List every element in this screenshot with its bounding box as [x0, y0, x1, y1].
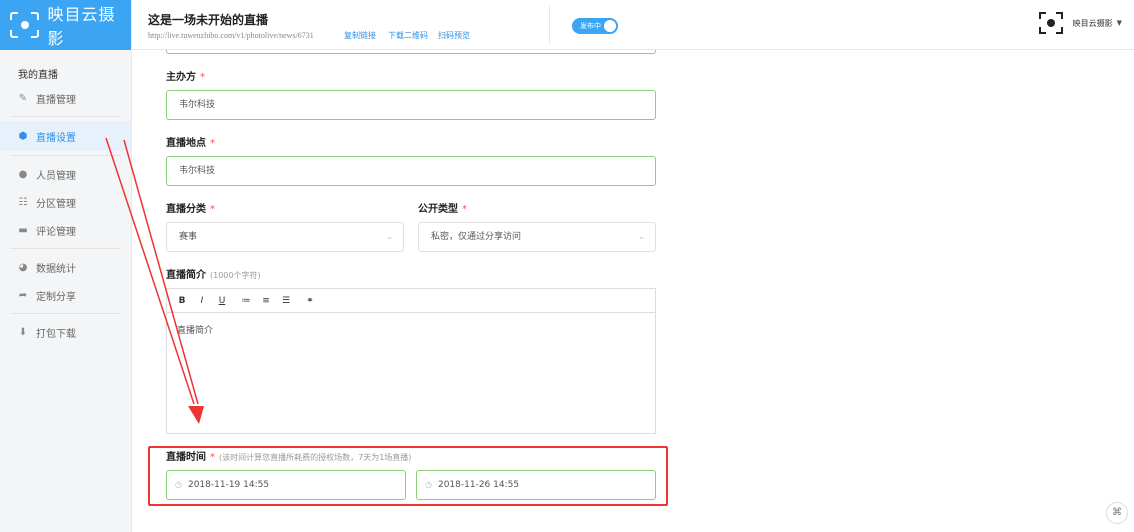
publish-toggle-label: 发布中: [580, 22, 601, 30]
sidebar-divider: [10, 313, 121, 314]
sidebar-item-staff[interactable]: ● 人员管理: [0, 160, 131, 188]
top-bar: 这是一场未开始的直播 http://live.tuwenzhibo.com/v1…: [132, 0, 1134, 50]
sidebar-section-title: 我的直播: [18, 70, 58, 81]
location-field[interactable]: 韦尔科技: [166, 156, 656, 186]
copy-link-button[interactable]: 复制链接: [344, 30, 376, 41]
download-icon: ⬇: [18, 326, 28, 338]
user-menu[interactable]: 映目云摄影 ▼: [1038, 12, 1122, 34]
scan-preview-button[interactable]: 扫码预览: [438, 30, 470, 41]
chevron-down-icon: ⌄: [638, 232, 645, 241]
settings-icon: ⬢: [18, 130, 28, 142]
sidebar-item-label: 直播设置: [36, 132, 76, 144]
organizer-field[interactable]: 韦尔科技: [166, 90, 656, 120]
sidebar-item-custom-share[interactable]: ➦ 定制分享: [0, 281, 131, 309]
sidebar-item-label: 分区管理: [36, 198, 76, 210]
link-icon[interactable]: ⚭: [305, 296, 315, 306]
pie-chart-icon: ◕: [18, 261, 28, 273]
toggle-knob: [604, 20, 616, 32]
align-icon[interactable]: ☰: [281, 296, 291, 306]
pen-icon: ✎: [18, 92, 28, 104]
start-time-input[interactable]: ◷ 2018-11-19 14:55: [166, 470, 406, 500]
chevron-down-icon: ▼: [1116, 19, 1122, 27]
sidebar-item-live-management[interactable]: ✎ 直播管理: [0, 84, 131, 112]
live-url: http://live.tuwenzhibo.com/v1/photolive/…: [148, 31, 314, 40]
sidebar-item-label: 评论管理: [36, 226, 76, 238]
sidebar-item-label: 数据统计: [36, 263, 76, 275]
category-select[interactable]: 赛事 ⌄: [166, 222, 404, 252]
user-name: 映目云摄影: [1072, 18, 1113, 28]
sidebar-item-statistics[interactable]: ◕ 数据统计: [0, 253, 131, 281]
sidebar-item-label: 直播管理: [36, 94, 76, 106]
intro-label: 直播简介 (1000个字符): [166, 270, 261, 281]
sidebar-item-label: 打包下载: [36, 328, 76, 340]
location-label: 直播地点 *: [166, 138, 215, 149]
previous-field-edge: [166, 50, 656, 54]
visibility-label: 公开类型 *: [418, 204, 467, 215]
underline-button[interactable]: U: [217, 296, 227, 306]
logo-text: 映目云摄影: [47, 5, 116, 48]
category-label: 直播分类 *: [166, 204, 215, 215]
sidebar-item-comments[interactable]: ▬ 评论管理: [0, 216, 131, 244]
page-title: 这是一场未开始的直播: [148, 13, 269, 27]
floating-menu-button[interactable]: ⌘: [1106, 502, 1128, 524]
visibility-value: 私密，仅通过分享访问: [431, 232, 522, 242]
sidebar-item-live-settings[interactable]: ⬢ 直播设置: [0, 121, 131, 151]
end-time-value: 2018-11-26 14:55: [437, 480, 520, 490]
sidebar-divider: [10, 116, 121, 117]
sidebar-item-label: 定制分享: [36, 291, 76, 303]
intro-editor: B I U ≔ ≡ ☰ ⚭ 直播简介: [166, 288, 656, 434]
visibility-select[interactable]: 私密，仅通过分享访问 ⌄: [418, 222, 656, 252]
header-divider: [549, 6, 550, 44]
chevron-down-icon: ⌄: [386, 232, 393, 241]
user-icon: ●: [18, 168, 28, 180]
ordered-list-icon[interactable]: ≔: [241, 296, 251, 306]
live-settings-form: 主办方 * 韦尔科技 直播地点 * 韦尔科技 直播分类 * 赛事 ⌄ 公开类型 * 私密…: [132, 50, 1134, 532]
camera-logo-icon: [1038, 12, 1063, 34]
intro-textarea[interactable]: 直播简介: [167, 313, 655, 346]
share-icon: ➦: [18, 289, 28, 301]
start-time-value: 2018-11-19 14:55: [187, 480, 270, 490]
unordered-list-icon[interactable]: ≡: [261, 296, 271, 306]
clock-icon: ◷: [425, 480, 432, 489]
live-time-label: 直播时间 * (该时间计算您直播所耗费的授权场数，7天为1场直播): [166, 452, 412, 463]
italic-button[interactable]: I: [197, 296, 207, 306]
sidebar-item-sections[interactable]: ☷ 分区管理: [0, 188, 131, 216]
category-value: 赛事: [179, 232, 198, 242]
download-qrcode-button[interactable]: 下载二维码: [388, 30, 428, 41]
organizer-label: 主办方 *: [166, 72, 205, 83]
clock-icon: ◷: [175, 480, 182, 489]
sidebar-divider: [10, 248, 121, 249]
sidebar-item-label: 人员管理: [36, 170, 76, 182]
comment-icon: ▬: [18, 224, 28, 236]
sidebar-item-download[interactable]: ⬇ 打包下载: [0, 318, 131, 346]
editor-toolbar: B I U ≔ ≡ ☰ ⚭: [167, 289, 655, 313]
sidebar: 映目云摄影 我的直播 ✎ 直播管理 ⬢ 直播设置 ● 人员管理 ☷ 分区管理 ▬…: [0, 0, 132, 532]
grid-list-icon: ☷: [18, 196, 28, 208]
publish-toggle[interactable]: 发布中: [572, 18, 618, 34]
app-logo[interactable]: 映目云摄影: [0, 0, 131, 50]
bold-button[interactable]: B: [177, 296, 187, 306]
camera-logo-icon: [10, 12, 40, 38]
sidebar-divider: [10, 155, 121, 156]
end-time-input[interactable]: ◷ 2018-11-26 14:55: [416, 470, 656, 500]
